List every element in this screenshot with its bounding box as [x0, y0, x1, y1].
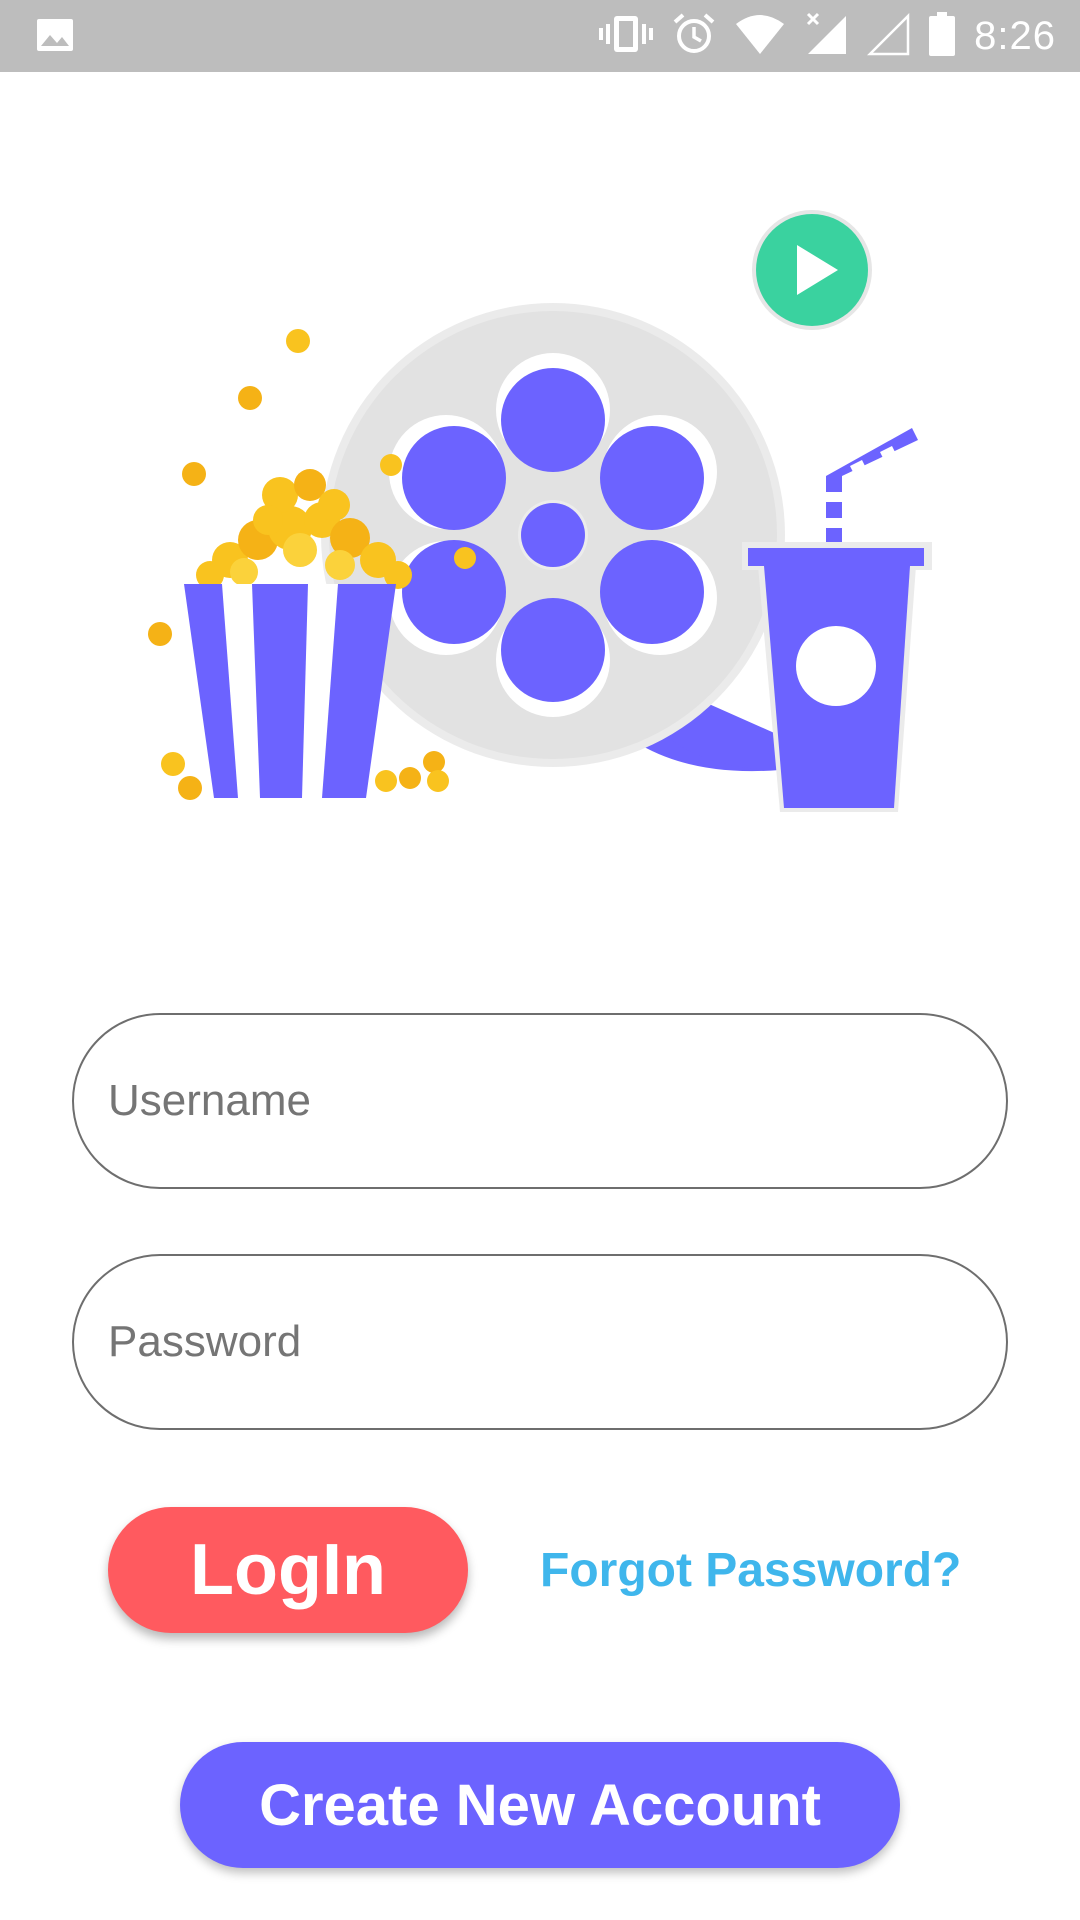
password-input[interactable] — [108, 1256, 1006, 1428]
battery-icon — [928, 11, 956, 62]
wifi-icon — [734, 12, 786, 61]
create-account-button[interactable]: Create New Account — [180, 1742, 900, 1868]
password-field[interactable] — [72, 1254, 1008, 1430]
image-notification-icon — [36, 16, 74, 54]
forgot-password-link[interactable]: Forgot Password? — [540, 1537, 961, 1603]
username-input[interactable] — [108, 1015, 1006, 1187]
movie-illustration — [0, 72, 1080, 872]
signal-icon — [804, 12, 848, 61]
signal-empty-icon — [866, 12, 910, 61]
status-time: 8:26 — [974, 13, 1056, 58]
login-button[interactable]: LogIn — [108, 1507, 468, 1633]
vibrate-icon — [598, 12, 654, 61]
play-icon — [752, 210, 872, 330]
alarm-icon — [672, 12, 716, 61]
film-reel-icon — [321, 303, 785, 767]
status-icons: 8:26 — [598, 8, 1056, 64]
status-bar: 8:26 — [0, 0, 1080, 72]
username-field[interactable] — [72, 1013, 1008, 1189]
